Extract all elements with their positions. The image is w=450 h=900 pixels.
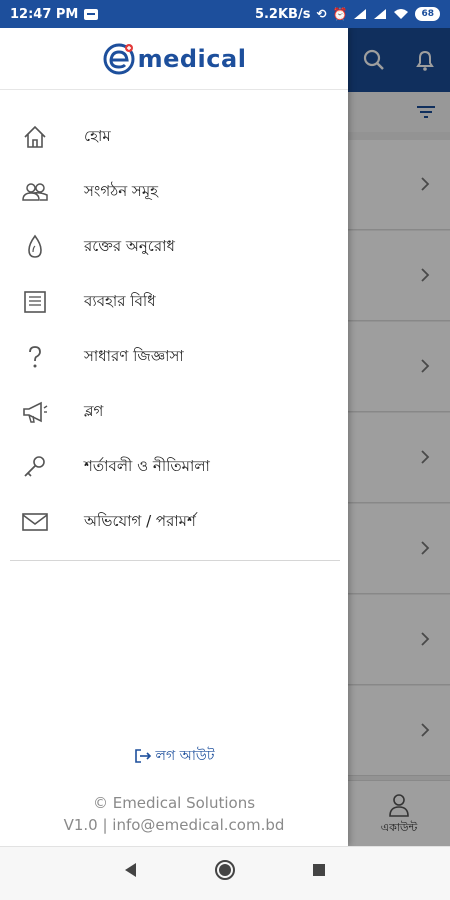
logout-button[interactable]: লগ আউট (0, 744, 348, 768)
menu-item-label: ব্যবহার বিধি (84, 292, 156, 310)
menu-item-label: হোম (84, 127, 111, 145)
blood-drop-icon (20, 232, 50, 262)
alarm-icon: ⏰ (332, 7, 348, 21)
home-button-icon[interactable] (214, 859, 236, 881)
no-sync-icon: ⟲ (316, 7, 327, 21)
menu-item-blood-request[interactable]: রক্তের অনুরোধ (0, 220, 348, 275)
logout-label: লগ আউট (155, 748, 215, 764)
menu-item-label: সংগঠন সমূহ (84, 182, 159, 200)
menu-item-faq[interactable]: সাধারণ জিজ্ঞাসা (0, 330, 348, 385)
megaphone-icon (20, 397, 50, 427)
footer: © Emedical Solutions V1.0 | info@emedica… (0, 792, 348, 836)
status-time: 12:47 PM (10, 6, 79, 22)
status-bar: 12:47 PM 5.2KB/s ⟲ ⏰ 68 (0, 0, 450, 28)
drawer-menu: হোম সংগঠন সমূহ রক্তের অনুরোধ ব্যবহার বিধ… (0, 110, 348, 550)
logo-e-icon (103, 43, 135, 74)
signal-icon (354, 9, 367, 19)
menu-item-label: শর্তাবলী ও নীতিমালা (84, 457, 210, 475)
network-speed: 5.2KB/s (254, 6, 311, 22)
logo-text: medical (137, 44, 247, 73)
menu-item-label: রক্তের অনুরোধ (84, 237, 175, 255)
wifi-icon (394, 9, 409, 19)
menu-item-usage-rules[interactable]: ব্যবহার বিধি (0, 275, 348, 330)
menu-item-label: ব্লগ (84, 402, 104, 420)
question-icon (20, 342, 50, 372)
group-icon (20, 177, 50, 207)
home-icon (20, 122, 50, 152)
menu-item-organizations[interactable]: সংগঠন সমূহ (0, 165, 348, 220)
battery-icon: 68 (415, 7, 440, 21)
app-logo: medical (0, 28, 348, 90)
menu-item-home[interactable]: হোম (0, 110, 348, 165)
drawer-divider (10, 560, 340, 561)
menu-item-label: সাধারণ জিজ্ঞাসা (84, 347, 184, 365)
menu-item-blog[interactable]: ব্লগ (0, 385, 348, 440)
key-icon (20, 452, 50, 482)
menu-item-label: অভিযোগ / পরামর্শ (84, 512, 196, 530)
version-contact-text: V1.0 | info@emedical.com.bd (63, 816, 285, 834)
menu-item-terms[interactable]: শর্তাবলী ও নীতিমালা (0, 440, 348, 495)
copyright-text: © Emedical Solutions (92, 794, 256, 812)
system-nav-bar (0, 846, 450, 900)
message-icon (84, 8, 99, 20)
mail-icon (20, 507, 50, 537)
back-icon[interactable] (122, 861, 138, 879)
drawer-scrim[interactable] (348, 28, 450, 846)
recents-icon[interactable] (312, 863, 326, 877)
logout-icon (134, 749, 151, 763)
menu-item-feedback[interactable]: অভিযোগ / পরামর্শ (0, 495, 348, 550)
navigation-drawer: medical হোম সংগঠন সমূহ রক্তের অনুরোধ ব্য… (0, 28, 348, 846)
signal-icon-2 (374, 9, 387, 19)
document-icon (20, 287, 50, 317)
